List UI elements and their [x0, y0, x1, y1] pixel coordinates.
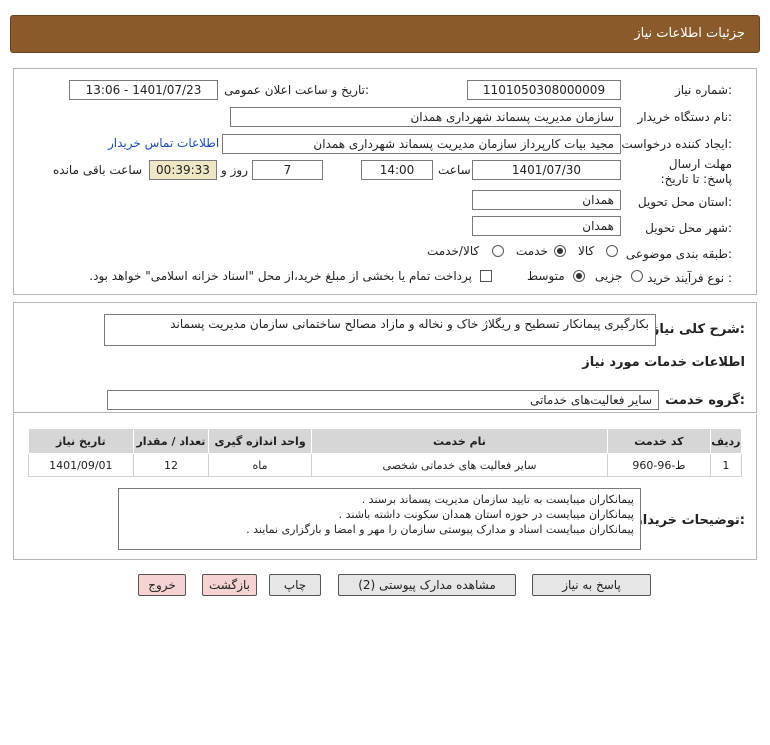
need-number-label: شماره نیاز:	[674, 83, 732, 97]
buyer-org-label: نام دستگاه خریدار:	[637, 110, 733, 124]
category-service-label: خدمت	[516, 244, 548, 258]
process-minor-label: جزیی	[595, 269, 623, 283]
service-unit: ماه	[208, 453, 312, 477]
process-medium-label: متوسط	[527, 269, 565, 283]
buyer-note-line: پیمانکاران میبایست در حوزه استان همدان س…	[338, 508, 634, 521]
row-number: 1	[709, 453, 743, 477]
reply-button[interactable]: پاسخ به نیاز	[532, 574, 651, 596]
col-code-header: کد خدمت	[607, 428, 711, 454]
service-code: ط-96-960	[607, 453, 711, 477]
exit-button[interactable]: خروج	[138, 574, 186, 596]
page-title: جزئیات اطلاعات نیاز	[634, 26, 745, 41]
table-header-row: ردیف کد خدمت نام خدمت واحد اندازه گیری ت…	[28, 428, 743, 454]
need-summary-field: بکارگیری پیمانکار تسطیح و ریگلاژ خاک و ن…	[104, 314, 656, 346]
deadline-time-label: ساعت	[438, 163, 471, 177]
province-field: همدان	[472, 190, 621, 210]
category-goods-radio[interactable]	[606, 245, 618, 257]
buyer-org-field: سازمان مدیریت پسماند شهرداری همدان	[230, 107, 621, 127]
services-table: ردیف کد خدمت نام خدمت واحد اندازه گیری ت…	[28, 428, 743, 477]
process-medium-radio[interactable]	[573, 270, 585, 282]
city-field: همدان	[472, 216, 621, 236]
deadline-label: مهلت ارسال پاسخ: تا تاریخ:	[660, 157, 732, 186]
announce-date-field: 1401/07/23 - 13:06	[69, 80, 218, 100]
page-header: جزئیات اطلاعات نیاز	[10, 15, 760, 53]
city-label: شهر محل تحویل:	[645, 221, 732, 235]
buyer-notes-label: توضیحات خریدار:	[635, 513, 745, 528]
treasury-payment-note: پرداخت تمام یا بخشی از مبلغ خرید،از محل …	[89, 269, 472, 283]
col-row-header: ردیف	[709, 428, 743, 454]
service-qty: 12	[132, 453, 210, 477]
service-date: 1401/09/01	[28, 453, 134, 477]
back-button[interactable]: بازگشت	[202, 574, 257, 596]
buyer-note-line: پیمانکاران میبایست به تایید سازمان مدیری…	[361, 493, 634, 506]
buyer-notes-box: پیمانکاران میبایست به تایید سازمان مدیری…	[118, 488, 641, 550]
deadline-time-field: 14:00	[361, 160, 433, 180]
view-attachments-button[interactable]: مشاهده مدارک پیوستی (2)	[338, 574, 516, 596]
category-service-radio[interactable]	[554, 245, 566, 257]
province-label: استان محل تحویل:	[637, 195, 732, 209]
col-unit-header: واحد اندازه گیری	[208, 428, 312, 454]
days-remaining-field: 7	[252, 160, 323, 180]
category-goods-service-label: کالا/خدمت	[427, 244, 480, 258]
col-date-header: تاریخ نیاز	[28, 428, 134, 454]
col-name-header: نام خدمت	[310, 428, 609, 454]
service-group-field: سایر فعالیت‌های خدماتی	[107, 390, 659, 410]
announce-date-label: تاریخ و ساعت اعلان عمومی:	[224, 83, 369, 97]
remaining-time-label: ساعت باقی مانده	[53, 163, 143, 177]
deadline-date-field: 1401/07/30	[472, 160, 621, 180]
category-label: طبقه بندی موضوعی:	[625, 247, 732, 261]
need-number-field: 1101050308000009	[467, 80, 621, 100]
buyer-note-line: پیمانکاران میبایست اسناد و مدارک پیوستی …	[246, 523, 634, 536]
service-group-label: گروه خدمت:	[665, 393, 745, 408]
days-label: روز و	[221, 163, 248, 177]
category-goods-service-radio[interactable]	[492, 245, 504, 257]
treasury-payment-checkbox[interactable]	[480, 270, 492, 282]
services-section-title: اطلاعات خدمات مورد نیاز	[582, 355, 745, 370]
process-type-label: نوع فرآیند خرید :	[647, 271, 732, 285]
print-button[interactable]: چاپ	[269, 574, 321, 596]
service-name: سایر فعالیت های خدماتی شخصی	[310, 453, 609, 477]
remaining-time-field: 00:39:33	[149, 160, 217, 180]
col-qty-header: تعداد / مقدار	[132, 428, 210, 454]
category-goods-label: کالا	[578, 244, 595, 258]
requester-label: ایجاد کننده درخواست:	[621, 137, 732, 151]
process-minor-radio[interactable]	[631, 270, 643, 282]
requester-field: مجید بیات کارپرداز سازمان مدیریت پسماند …	[222, 134, 621, 154]
buyer-contact-link[interactable]: اطلاعات تماس خریدار	[108, 136, 219, 150]
table-row: 1 ط-96-960 سایر فعالیت های خدماتی شخصی م…	[28, 453, 743, 477]
need-summary-label: شرح کلی نیاز:	[651, 322, 745, 337]
